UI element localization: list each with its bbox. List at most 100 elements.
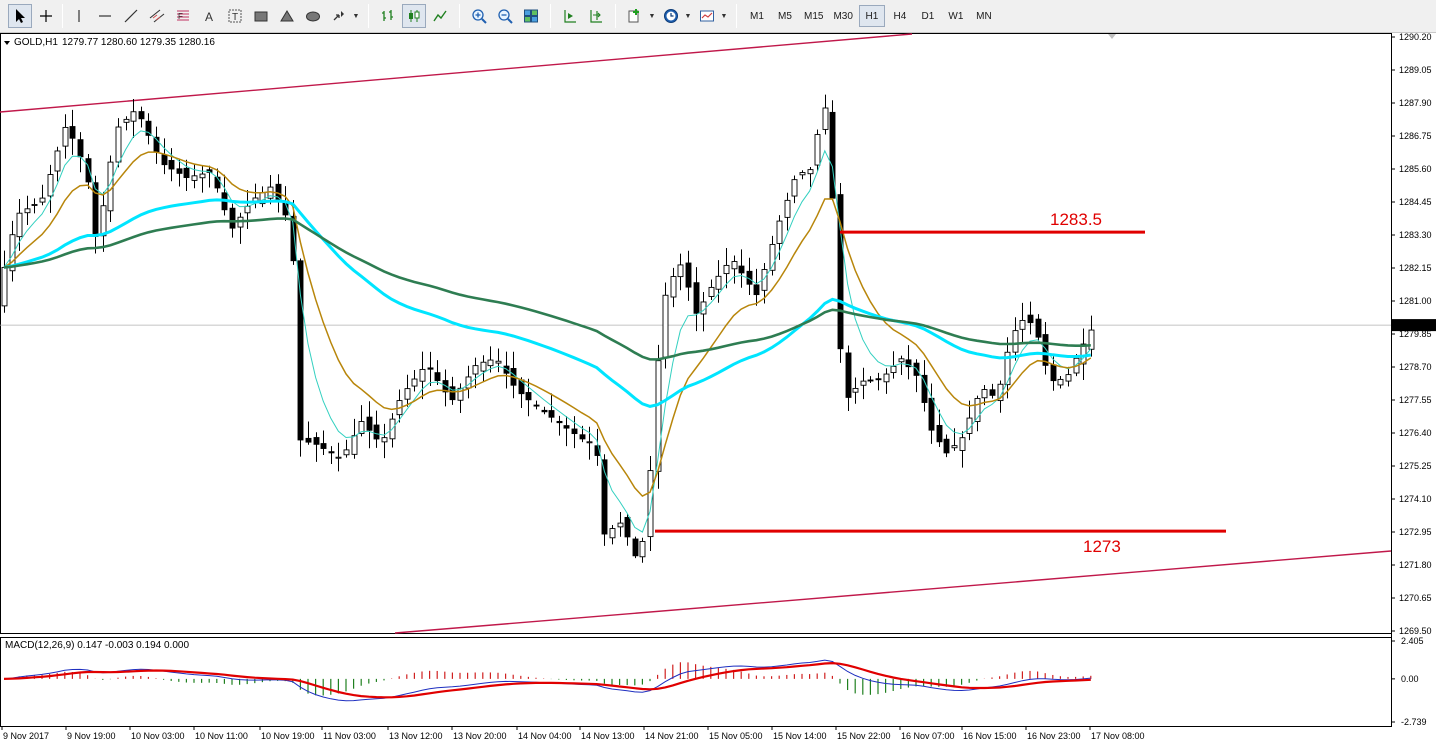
horizontal-line-tool[interactable] xyxy=(93,4,117,28)
text-label-icon: T xyxy=(228,9,242,23)
bull-candle xyxy=(617,522,624,528)
timeframe-w1-button[interactable]: W1 xyxy=(943,5,969,27)
bull-candle xyxy=(1057,378,1064,386)
triangle-tool[interactable] xyxy=(275,4,299,28)
price-tick-label: 1287.90 xyxy=(1399,98,1432,108)
bear-candle xyxy=(161,154,168,166)
crosshair-tool[interactable] xyxy=(34,4,58,28)
rectangle-tool[interactable] xyxy=(249,4,273,28)
bull-candle xyxy=(31,204,38,206)
price-tick-label: 1286.75 xyxy=(1399,131,1432,141)
bear-candle xyxy=(753,284,760,296)
time-tick-label: 10 Nov 19:00 xyxy=(261,731,315,741)
toolbar-separator xyxy=(459,4,460,28)
templates-button[interactable] xyxy=(695,4,719,28)
bull-candle xyxy=(981,389,988,399)
rectangle-icon xyxy=(254,11,268,22)
bear-candle xyxy=(632,538,639,557)
vertical-line-tool[interactable] xyxy=(67,4,91,28)
navigation-group xyxy=(554,2,612,30)
svg-text:A: A xyxy=(205,10,213,24)
bull-candle xyxy=(677,264,684,278)
timeframe-m5-button[interactable]: M5 xyxy=(772,5,798,27)
timeframe-m30-button[interactable]: M30 xyxy=(829,5,856,27)
trendline-icon xyxy=(124,9,138,23)
bull-candle xyxy=(731,261,738,270)
support-level-label: 1273 xyxy=(1083,537,1121,556)
price-tick-label: 1289.05 xyxy=(1399,65,1432,75)
bull-candle xyxy=(898,358,905,363)
clock-icon xyxy=(664,9,678,23)
bear-candle xyxy=(571,428,578,435)
timeframe-m15-button[interactable]: M15 xyxy=(800,5,827,27)
channel-icon xyxy=(149,9,165,23)
periods-dropdown-icon[interactable]: ▼ xyxy=(684,4,692,28)
bull-candle xyxy=(715,275,722,290)
bull-candle xyxy=(100,205,107,237)
zoom-in-button[interactable] xyxy=(467,4,491,28)
timeframe-d1-button[interactable]: D1 xyxy=(915,5,941,27)
timeframe-m1-button[interactable]: M1 xyxy=(744,5,770,27)
time-tick-label: 9 Nov 2017 xyxy=(3,731,49,741)
bull-candle xyxy=(609,528,616,539)
timeframe-mn-button[interactable]: MN xyxy=(971,5,997,27)
time-tick-label: 9 Nov 19:00 xyxy=(67,731,116,741)
toolbar-separator xyxy=(62,4,63,28)
candlestick-chart-button[interactable] xyxy=(402,4,426,28)
fibonacci-icon: F xyxy=(177,10,189,21)
indicators-button[interactable] xyxy=(623,4,647,28)
time-tick-label: 15 Nov 22:00 xyxy=(837,731,891,741)
bull-candle xyxy=(487,359,494,367)
bear-candle xyxy=(313,437,320,445)
bear-candle xyxy=(145,120,152,136)
indicators-dropdown-icon[interactable]: ▼ xyxy=(648,4,656,28)
bear-candle xyxy=(138,111,145,120)
bear-candle xyxy=(320,443,327,449)
bear-candle xyxy=(685,262,692,288)
fibonacci-tool[interactable]: F xyxy=(171,4,195,28)
crosshair-icon xyxy=(40,10,52,22)
auto-scroll-button[interactable] xyxy=(558,4,582,28)
main-chart-area[interactable] xyxy=(0,33,1392,727)
ellipse-icon xyxy=(306,11,320,22)
arrows-tool[interactable] xyxy=(327,4,351,28)
price-tick-label: 1281.00 xyxy=(1399,296,1432,306)
bear-candle xyxy=(518,379,525,395)
cursor-tool[interactable] xyxy=(8,4,32,28)
trendline-tool[interactable] xyxy=(119,4,143,28)
chart-shift-button[interactable] xyxy=(584,4,608,28)
tile-windows-button[interactable] xyxy=(519,4,543,28)
timeframe-h1-button[interactable]: H1 xyxy=(858,5,885,27)
bear-candle xyxy=(1035,318,1042,338)
zoom-out-button[interactable] xyxy=(493,4,517,28)
arrows-dropdown-icon[interactable]: ▼ xyxy=(352,4,360,28)
equidistant-channel-tool[interactable] xyxy=(145,4,169,28)
time-tick-label: 10 Nov 11:00 xyxy=(195,731,248,741)
bear-candle xyxy=(434,372,441,381)
price-chart[interactable]: 1283.5 1273 1290.20 1289.05 1287.90 1286.75 1… xyxy=(0,33,1436,753)
bull-candle xyxy=(199,173,206,179)
line-chart-icon xyxy=(433,10,447,22)
bull-candle xyxy=(822,107,829,130)
timeframe-h4-button[interactable]: H4 xyxy=(887,5,913,27)
bull-candle xyxy=(791,179,798,197)
bar-chart-button[interactable] xyxy=(376,4,400,28)
price-tick-label: 1283.30 xyxy=(1399,230,1432,240)
price-tick-label: 1276.40 xyxy=(1399,428,1432,438)
text-tool[interactable]: A xyxy=(197,4,221,28)
bull-candle xyxy=(1019,319,1026,330)
ellipse-tool[interactable] xyxy=(301,4,325,28)
bull-candle xyxy=(1,266,8,307)
chart-window[interactable]: 1283.5 1273 1290.20 1289.05 1287.90 1286.75 1… xyxy=(0,33,1436,753)
periods-button[interactable] xyxy=(659,4,683,28)
main-toolbar: F A T ▼ ▼ ▼ ▼ M1 M5 M15 M30 H1 H4 D1 W1 … xyxy=(0,0,1436,33)
bear-candle xyxy=(305,437,312,443)
time-tick-label: 11 Nov 03:00 xyxy=(323,731,376,741)
macd-title: MACD(12,26,9) 0.147 -0.003 0.194 0.000 xyxy=(5,640,189,651)
zoom-group xyxy=(463,2,547,30)
text-label-tool[interactable]: T xyxy=(223,4,247,28)
ohlc-readout: 1279.77 1280.60 1279.35 1280.16 xyxy=(62,37,215,48)
line-chart-button[interactable] xyxy=(428,4,452,28)
candlestick-icon xyxy=(409,10,420,22)
templates-dropdown-icon[interactable]: ▼ xyxy=(720,4,728,28)
